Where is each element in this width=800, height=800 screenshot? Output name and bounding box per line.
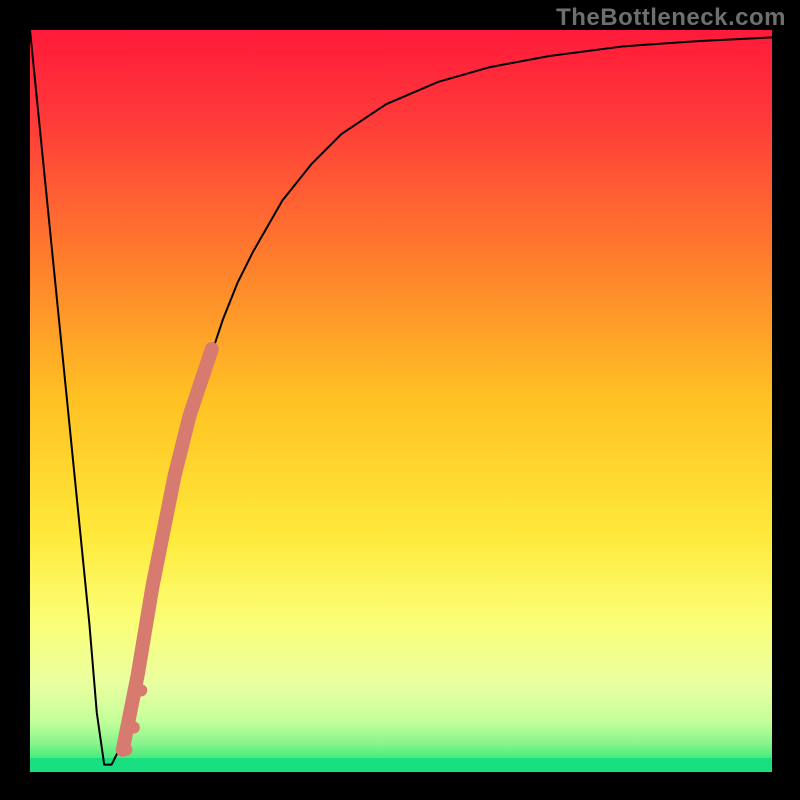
highlight-point: [135, 684, 147, 696]
highlight-point: [128, 721, 140, 733]
bottleneck-chart: [0, 0, 800, 800]
watermark-label: TheBottleneck.com: [556, 4, 786, 32]
chart-frame: TheBottleneck.com: [0, 0, 800, 800]
highlight-point: [120, 744, 132, 756]
safe-zone-band: [30, 758, 772, 772]
